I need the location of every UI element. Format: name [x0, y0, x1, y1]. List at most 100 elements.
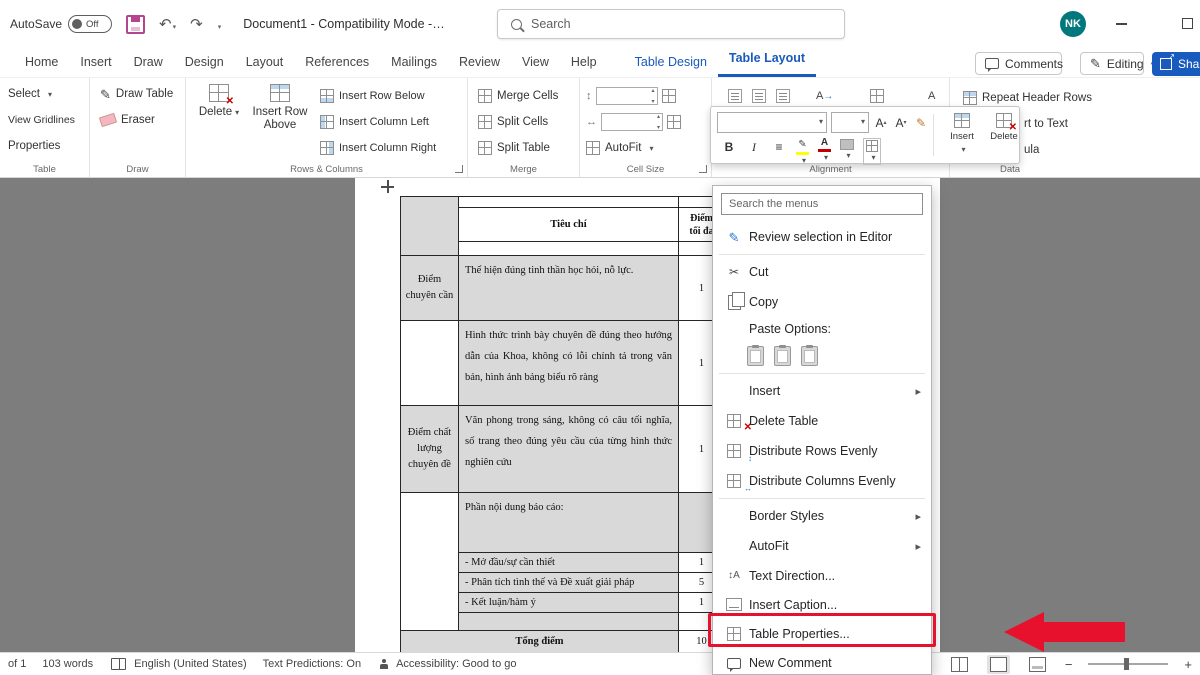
table-properties-button[interactable]: Properties: [8, 136, 60, 156]
menu-item-new-comment[interactable]: New Comment: [713, 648, 931, 675]
autosave-toggle[interactable]: AutoSave Off: [10, 15, 112, 33]
distribute-columns-icon[interactable]: [667, 115, 681, 129]
italic-button[interactable]: I: [746, 138, 762, 156]
eraser-button[interactable]: Eraser: [100, 110, 155, 130]
text-direction-ribbon-button[interactable]: A: [816, 86, 833, 106]
row-height-spinner[interactable]: [596, 87, 658, 105]
print-layout-button[interactable]: [987, 655, 1010, 674]
table-cell-criteria[interactable]: Phần nội dung báo cáo:: [459, 493, 679, 553]
read-mode-button[interactable]: [948, 655, 971, 674]
split-cells-button[interactable]: Split Cells: [478, 112, 548, 132]
bold-button[interactable]: B: [721, 138, 737, 156]
delete-button[interactable]: ✕ Delete: [196, 84, 242, 119]
paste-merge-formatting-icon[interactable]: [774, 346, 791, 366]
table-cell-label[interactable]: [401, 321, 459, 406]
menu-item-border-styles[interactable]: Border Styles: [713, 501, 931, 531]
tab-view[interactable]: View: [511, 48, 560, 77]
menu-item-distribute-columns[interactable]: ↔ Distribute Columns Evenly: [713, 466, 931, 496]
customize-toolbar-button[interactable]: ▾: [217, 16, 222, 33]
menu-item-review-selection[interactable]: ✎ Review selection in Editor: [713, 222, 931, 252]
column-width-control[interactable]: ↔: [586, 112, 681, 132]
table-cell[interactable]: [459, 197, 679, 208]
menu-item-delete-table[interactable]: ✕ Delete Table: [713, 406, 931, 436]
table-cell-total-label[interactable]: Tổng điểm: [401, 631, 679, 653]
borders-button[interactable]: [863, 138, 881, 165]
tab-insert[interactable]: Insert: [69, 48, 122, 77]
table-cell-criteria[interactable]: - Kết luận/hàm ý: [459, 593, 679, 613]
table-cell-label[interactable]: [401, 493, 459, 631]
autosave-pill[interactable]: Off: [68, 15, 112, 33]
table-cell-criteria[interactable]: Văn phong trong sáng, không có câu tối n…: [459, 406, 679, 493]
table-cell-label[interactable]: Điểm chất lượng chuyên đề: [401, 406, 459, 493]
tab-help[interactable]: Help: [560, 48, 608, 77]
paste-keep-text-only-icon[interactable]: [801, 346, 818, 366]
table-cell[interactable]: [459, 242, 679, 256]
align-top-left-icon[interactable]: [728, 89, 742, 103]
table-cell-criteria[interactable]: Hình thức trình bày chuyên đề đúng theo …: [459, 321, 679, 406]
table-header-criteria[interactable]: Tiêu chí: [459, 208, 679, 242]
insert-row-above-button[interactable]: Insert Row Above: [246, 84, 314, 132]
font-color-button[interactable]: A: [818, 138, 831, 163]
grow-font-button[interactable]: A: [873, 114, 889, 132]
font-name-combobox[interactable]: [717, 112, 827, 133]
redo-button[interactable]: ↷: [190, 15, 203, 33]
menu-item-autofit[interactable]: AutoFit: [713, 531, 931, 561]
editing-mode-button[interactable]: ✎ Editing ▾: [1080, 52, 1144, 75]
accessibility-status[interactable]: Accessibility: Good to go: [396, 658, 516, 670]
tab-layout[interactable]: Layout: [235, 48, 295, 77]
dialog-launcher-icon[interactable]: [699, 165, 707, 173]
column-width-spinner[interactable]: [601, 113, 663, 131]
insert-row-below-button[interactable]: Insert Row Below: [320, 86, 425, 106]
menu-item-cut[interactable]: ✂ Cut: [713, 257, 931, 287]
draw-table-button[interactable]: ✎ Draw Table: [100, 84, 173, 104]
share-button[interactable]: Sha: [1152, 52, 1200, 76]
menu-item-text-direction[interactable]: ↕A Text Direction...: [713, 561, 931, 590]
tab-home[interactable]: Home: [14, 48, 69, 77]
autofit-button[interactable]: AutoFit: [586, 138, 653, 158]
undo-button[interactable]: ↶▾: [159, 15, 176, 33]
zoom-slider-thumb[interactable]: [1124, 658, 1129, 670]
menu-item-distribute-rows[interactable]: ↕ Distribute Rows Evenly: [713, 436, 931, 466]
tab-table-layout[interactable]: Table Layout: [718, 45, 816, 77]
table-cell-criteria[interactable]: - Mở đầu/sự cần thiết: [459, 553, 679, 573]
shading-button[interactable]: [840, 138, 854, 161]
document-table[interactable]: Tiêu chí Điểm tối đa Điểm chuyên cần Thể…: [400, 196, 725, 652]
table-cell-criteria[interactable]: [459, 613, 679, 631]
minimize-button[interactable]: [1116, 23, 1127, 25]
tab-mailings[interactable]: Mailings: [380, 48, 448, 77]
table-move-handle-icon[interactable]: [381, 180, 394, 193]
view-gridlines-button[interactable]: View Gridlines: [8, 110, 75, 130]
convert-to-text-button[interactable]: rt to Text: [1024, 114, 1068, 134]
font-size-combobox[interactable]: [831, 112, 869, 133]
tab-design[interactable]: Design: [174, 48, 235, 77]
zoom-in-button[interactable]: +: [1184, 657, 1192, 672]
insert-column-right-button[interactable]: Insert Column Right: [320, 138, 436, 158]
menu-item-insert[interactable]: Insert: [713, 376, 931, 406]
select-button[interactable]: Select: [8, 84, 52, 104]
mini-delete-button[interactable]: ✕ Delete: [983, 113, 1025, 142]
sort-button[interactable]: A: [928, 86, 935, 106]
tab-references[interactable]: References: [294, 48, 380, 77]
merge-cells-button[interactable]: Merge Cells: [478, 86, 558, 106]
highlight-color-button[interactable]: ✎: [796, 138, 809, 166]
align-bottom-right-icon[interactable]: [776, 89, 790, 103]
zoom-out-button[interactable]: −: [1065, 657, 1073, 672]
web-layout-button[interactable]: [1026, 655, 1049, 674]
table-cell-criteria[interactable]: Thể hiện đúng tinh thần học hỏi, nỗ lực.: [459, 256, 679, 321]
distribute-rows-icon[interactable]: [662, 89, 676, 103]
formula-button[interactable]: ula: [1024, 140, 1039, 160]
paste-keep-source-icon[interactable]: [747, 346, 764, 366]
proofing-icon[interactable]: [111, 658, 126, 670]
mini-insert-button[interactable]: Insert: [941, 113, 983, 154]
save-icon[interactable]: [126, 15, 145, 34]
table-cell-criteria[interactable]: - Phân tích tình thế và Đề xuất giải phá…: [459, 573, 679, 593]
text-predictions[interactable]: Text Predictions: On: [263, 658, 361, 670]
table-cell-corner[interactable]: [401, 197, 459, 256]
avatar[interactable]: NK: [1060, 11, 1086, 37]
dialog-launcher-icon[interactable]: [455, 165, 463, 173]
zoom-slider[interactable]: [1088, 663, 1168, 665]
search-bar[interactable]: Search: [497, 9, 845, 39]
word-count[interactable]: 103 words: [42, 658, 93, 670]
tab-review[interactable]: Review: [448, 48, 511, 77]
row-height-control[interactable]: ↕: [586, 86, 676, 106]
